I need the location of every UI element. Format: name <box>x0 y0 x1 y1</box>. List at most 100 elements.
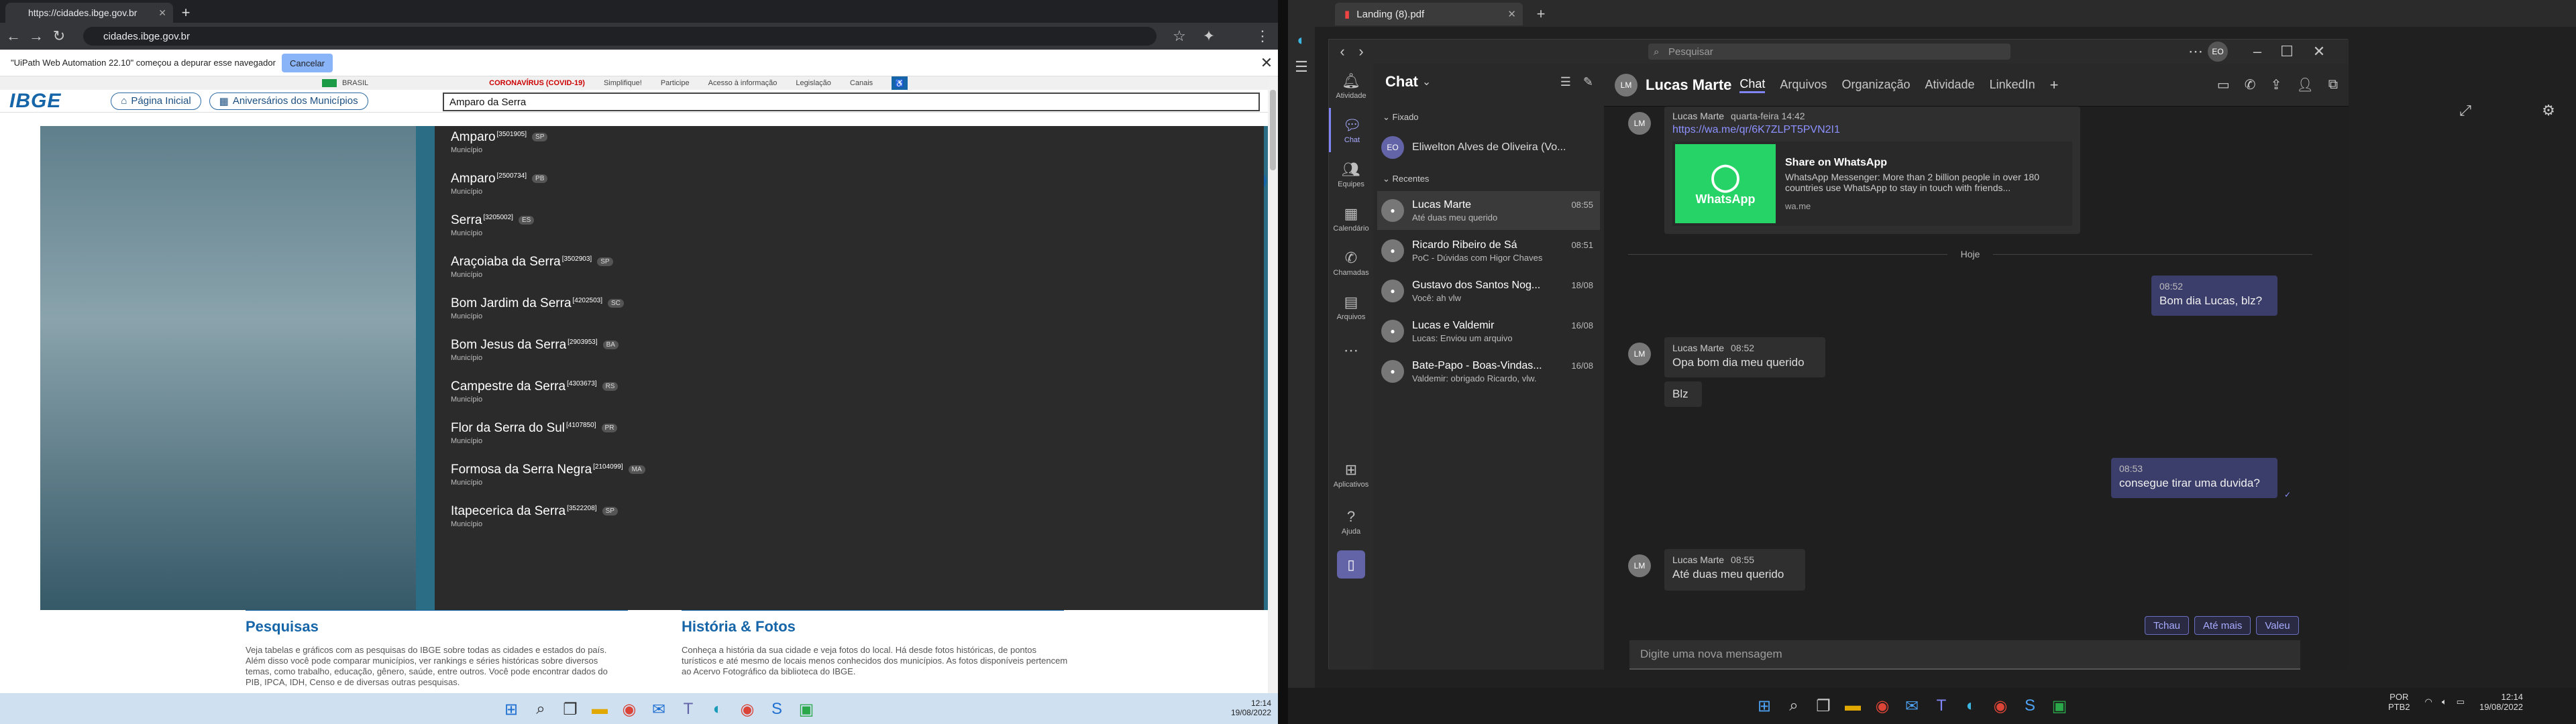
search-result-item[interactable]: Formosa da Serra Negra [2104099] MA Municíp… <box>451 463 1256 504</box>
close-icon[interactable]: ✕ <box>158 7 166 19</box>
my-message[interactable]: 08:52 Bom dia Lucas, blz? <box>2151 276 2277 316</box>
menu-icon[interactable]: ⋮ <box>1254 27 1271 44</box>
brasil-label[interactable]: BRASIL <box>342 79 368 87</box>
star-icon[interactable]: ☆ <box>1171 27 1187 44</box>
their-message[interactable]: Lucas Marte 08:55 Até duas meu querido <box>1664 549 1805 591</box>
quick-reply-button[interactable]: Tchau <box>2145 616 2190 635</box>
clock-date[interactable]: 19/08/2022 <box>2479 702 2523 712</box>
teams-search-input[interactable]: ⌕ Pesquisar <box>1648 44 2010 60</box>
search-result-item[interactable]: Itapecerica da Serra [3522208] SP Município <box>451 504 1256 546</box>
chevron-down-icon[interactable]: ⌄ <box>1422 75 1431 88</box>
rail-activity[interactable]: 🔔︎ Atividade <box>1329 64 1373 108</box>
scrollbar[interactable] <box>1268 76 1278 693</box>
edge-icon[interactable]: ◐ <box>1288 27 1315 54</box>
avatar[interactable]: EO <box>2208 42 2228 62</box>
more-icon[interactable]: ⋯ <box>2188 43 2204 60</box>
uipath-studio-icon[interactable]: S <box>2015 691 2045 721</box>
close-icon[interactable]: ✕ <box>1258 54 1275 71</box>
my-message[interactable]: 08:53 consegue tirar uma duvida? <box>2111 458 2277 498</box>
search-result-item[interactable]: Bom Jesus da Serra [2903953] BA Município <box>451 338 1256 379</box>
file-explorer-icon[interactable]: ▬ <box>585 695 614 724</box>
link-preview-card[interactable]: ◯ WhatsApp Share on WhatsApp WhatsApp Mes… <box>1672 141 2072 226</box>
gear-icon[interactable]: ⚙ <box>2538 101 2559 121</box>
clock-time[interactable]: 12:14 <box>1231 699 1271 708</box>
mail-icon[interactable]: ✉ <box>1897 691 1927 721</box>
quick-reply-button[interactable]: Até mais <box>2194 616 2251 635</box>
covid-link[interactable]: CORONAVÍRUS (COVID-19) <box>489 79 585 87</box>
home-button[interactable]: ⌂ Página Inicial <box>111 92 201 110</box>
reload-icon[interactable]: ↻ <box>51 27 67 44</box>
teams-icon[interactable]: T <box>1927 691 1956 721</box>
windows-start-icon[interactable]: ⊞ <box>496 695 526 724</box>
maximize-icon[interactable]: ☐ <box>2279 43 2295 60</box>
close-icon[interactable]: ✕ <box>1507 8 1516 20</box>
menu-icon[interactable]: ☰ <box>1288 54 1315 80</box>
phone-icon[interactable]: ✆ <box>2245 76 2256 93</box>
left-active-tab[interactable]: https://cidades.ibge.gov.br ✕ <box>5 3 173 23</box>
gov-link[interactable]: Simplifique! <box>604 79 642 87</box>
chrome-icon[interactable]: ◉ <box>614 695 644 724</box>
recent-label[interactable]: ⌄ Recentes <box>1383 174 1429 184</box>
search-result-item[interactable]: Araçoiaba da Serra [3502903] SP Município <box>451 255 1256 296</box>
tab-linkedin[interactable]: LinkedIn <box>1990 78 2035 92</box>
rail-calls[interactable]: ✆ Chamadas <box>1329 241 1373 285</box>
message-link[interactable]: https://wa.me/qr/6K7ZLPT5PVN2I1 <box>1672 124 2072 136</box>
tab-files[interactable]: Arquivos <box>1780 78 1827 92</box>
link-message[interactable]: Lucas Marte quarta-feira 14:42 https://wa… <box>1664 107 2080 234</box>
tab-org[interactable]: Organização <box>1841 78 1910 92</box>
search-icon[interactable]: ⌕ <box>1779 691 1809 721</box>
cancel-debug-button[interactable]: Cancelar <box>282 54 333 72</box>
search-result-item[interactable]: Campestre da Serra [4303673] RS Município <box>451 379 1256 421</box>
close-icon[interactable]: ✕ <box>2311 43 2327 60</box>
quick-reply-button[interactable]: Valeu <box>2256 616 2299 635</box>
rail-help[interactable]: ? Ajuda <box>1329 499 1373 544</box>
back-icon[interactable]: ← <box>5 27 21 44</box>
chat-list-item[interactable]: ● Ricardo Ribeiro de Sá 08:51 PoC - Dúvidas… <box>1377 231 1600 270</box>
city-search-input[interactable]: Amparo da Serra <box>443 93 1260 111</box>
rail-chat[interactable]: 💬︎ Chat <box>1329 108 1373 152</box>
pdf-tab[interactable]: ▮ Landing (8).pdf ✕ <box>1335 3 1523 25</box>
uipath-assistant-icon[interactable]: ▣ <box>2045 691 2074 721</box>
rail-apps[interactable]: ⊞ Aplicativos <box>1329 452 1373 497</box>
search-result-item[interactable]: Flor da Serra do Sul [4107850] PR Município <box>451 421 1256 463</box>
rail-files[interactable]: ▤ Arquivos <box>1329 285 1373 329</box>
keyboard-layout[interactable]: PTB2 <box>2388 702 2410 712</box>
search-result-item[interactable]: Amparo [3501905] SP Município <box>451 130 1256 172</box>
clock-date[interactable]: 19/08/2022 <box>1231 708 1271 717</box>
zoom-icon[interactable]: ⤢ <box>2455 101 2475 121</box>
chrome-icon[interactable]: ◉ <box>1868 691 1897 721</box>
minimize-icon[interactable]: – <box>2249 43 2265 60</box>
pesquisas-title[interactable]: Pesquisas <box>246 618 319 636</box>
rail-calendar[interactable]: ▦ Calendário <box>1329 196 1373 241</box>
windows-start-icon[interactable]: ⊞ <box>1750 691 1779 721</box>
add-tab-icon[interactable]: + <box>2050 76 2059 94</box>
back-icon[interactable]: ‹ <box>1334 43 1350 60</box>
mobile-icon[interactable]: ▯ <box>1337 550 1365 579</box>
tab-chat[interactable]: Chat <box>1739 77 1766 93</box>
add-people-icon[interactable]: 👤︎ <box>2296 76 2313 93</box>
new-chat-icon[interactable]: ✎ <box>1583 75 1593 89</box>
chat-list-item[interactable]: ● Lucas Marte 08:55 Até duas meu querido <box>1377 191 1600 230</box>
filter-icon[interactable]: ☰ <box>1560 75 1571 89</box>
edge-icon[interactable]: ◐ <box>1956 691 1986 721</box>
gov-link[interactable]: Legislação <box>796 79 831 87</box>
task-view-icon[interactable]: ❐ <box>555 695 585 724</box>
chrome-icon[interactable]: ◉ <box>1986 691 2015 721</box>
search-result-item[interactable]: Amparo [2500734] PB Município <box>451 172 1256 213</box>
url-field[interactable]: cidades.ibge.gov.br <box>83 27 1157 46</box>
mail-icon[interactable]: ✉ <box>644 695 674 724</box>
uipath-studio-icon[interactable]: S <box>762 695 792 724</box>
language-indicator[interactable]: POR <box>2388 692 2410 702</box>
pinned-label[interactable]: ⌄ Fixado <box>1383 112 1419 123</box>
task-view-icon[interactable]: ❐ <box>1809 691 1838 721</box>
pinned-chat-item[interactable]: EO Eliwelton Alves de Oliveira (Vo... <box>1377 128 1600 167</box>
popout-icon[interactable]: ⧉ <box>2328 77 2338 93</box>
anniversaries-button[interactable]: ▦ Aniversários dos Municípios <box>209 92 368 110</box>
new-tab-icon[interactable]: + <box>177 4 195 21</box>
wifi-icon[interactable]: ◠ <box>2425 697 2432 707</box>
video-call-icon[interactable]: ▭ <box>2217 76 2230 93</box>
share-screen-icon[interactable]: ⇪ <box>2271 76 2282 93</box>
accessibility-icon[interactable]: ♿ <box>892 76 908 90</box>
rail-teams[interactable]: 👥︎ Equipes <box>1329 152 1373 196</box>
file-explorer-icon[interactable]: ▬ <box>1838 691 1868 721</box>
